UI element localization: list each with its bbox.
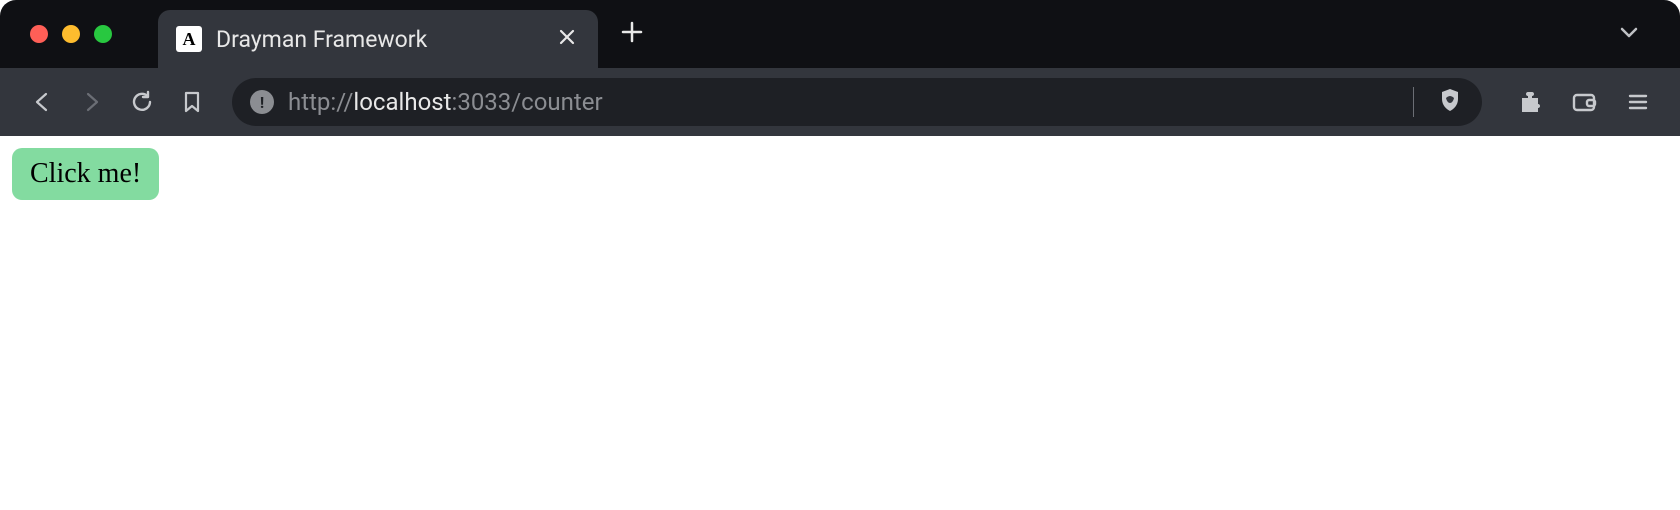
address-bar[interactable]: ! http://localhost:3033/counter — [232, 78, 1482, 126]
back-button[interactable] — [20, 80, 64, 124]
tab-title: Drayman Framework — [216, 26, 540, 53]
window-maximize-button[interactable] — [94, 25, 112, 43]
window-controls — [30, 25, 112, 43]
tab-close-button[interactable] — [554, 23, 580, 56]
back-icon — [30, 90, 54, 114]
click-me-button[interactable]: Click me! — [12, 148, 159, 200]
window-close-button[interactable] — [30, 25, 48, 43]
url-port: :3033 — [452, 88, 512, 116]
plus-icon — [620, 20, 644, 44]
url-path: /counter — [511, 88, 602, 116]
window-minimize-button[interactable] — [62, 25, 80, 43]
puzzle-icon — [1517, 89, 1543, 115]
page-content: Click me! — [0, 136, 1680, 212]
title-tab-bar: A Drayman Framework — [0, 0, 1680, 68]
chevron-down-icon — [1618, 21, 1640, 43]
brave-shields-button[interactable] — [1436, 86, 1464, 118]
bookmark-button[interactable] — [170, 80, 214, 124]
browser-tab[interactable]: A Drayman Framework — [158, 10, 598, 68]
tab-favicon: A — [176, 26, 202, 52]
toolbar: ! http://localhost:3033/counter — [0, 68, 1680, 136]
bookmark-icon — [180, 90, 204, 114]
browser-chrome: A Drayman Framework — [0, 0, 1680, 136]
tab-search-button[interactable] — [1618, 21, 1640, 47]
wallet-icon — [1570, 88, 1598, 116]
site-info-icon[interactable]: ! — [250, 90, 274, 114]
hamburger-icon — [1626, 90, 1650, 114]
url-host: localhost — [353, 88, 451, 116]
close-icon — [558, 28, 576, 46]
shield-icon — [1436, 86, 1464, 114]
reload-button[interactable] — [120, 80, 164, 124]
reload-icon — [129, 89, 155, 115]
extensions-button[interactable] — [1508, 80, 1552, 124]
wallet-button[interactable] — [1562, 80, 1606, 124]
menu-button[interactable] — [1616, 80, 1660, 124]
toolbar-right — [1508, 80, 1660, 124]
new-tab-button[interactable] — [620, 17, 644, 52]
forward-button[interactable] — [70, 80, 114, 124]
forward-icon — [80, 90, 104, 114]
url-text: http://localhost:3033/counter — [288, 88, 603, 116]
url-protocol: http:// — [288, 88, 353, 116]
address-divider — [1413, 87, 1414, 117]
